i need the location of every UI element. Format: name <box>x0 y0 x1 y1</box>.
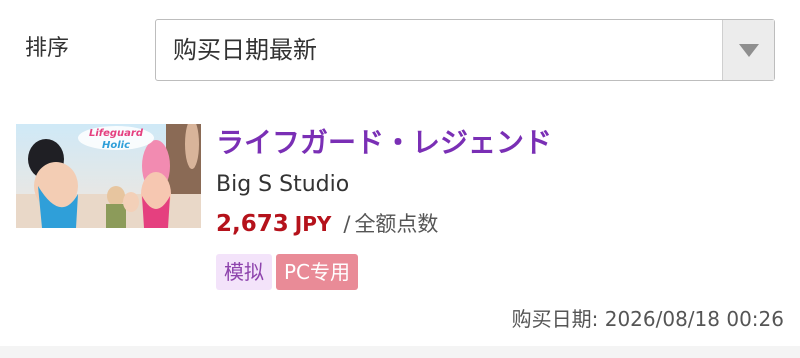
studio-name: Big S Studio <box>216 172 350 197</box>
sort-selected-value: 购买日期最新 <box>173 36 317 64</box>
sort-bar: 排序 购买日期最新 <box>0 0 800 104</box>
sort-dropdown-button[interactable] <box>722 20 774 80</box>
sort-select[interactable]: 购买日期最新 <box>155 19 775 81</box>
sort-label: 排序 <box>25 36 70 61</box>
thumbnail-logo-line2: Holic <box>102 140 130 151</box>
bottom-divider <box>0 346 800 358</box>
price-currency: JPY <box>294 212 332 236</box>
purchase-item: Lifeguard Holic ライフガード・レジェンド Big S Studi… <box>0 104 800 346</box>
price-row: 2,673 JPY / 全额点数 <box>216 208 438 242</box>
price-separator: / <box>343 212 351 236</box>
points-label: 全额点数 <box>354 212 439 236</box>
price-value: 2,673 <box>216 211 289 237</box>
product-thumbnail[interactable]: Lifeguard Holic <box>16 124 201 228</box>
chevron-down-icon <box>739 44 759 57</box>
tag-platform[interactable]: PC专用 <box>276 254 359 290</box>
product-title[interactable]: ライフガード・レジェンド <box>216 124 552 162</box>
thumbnail-image: Lifeguard Holic <box>16 124 201 228</box>
purchase-date: 购买日期: 2026/08/18 00:26 <box>511 307 784 331</box>
thumbnail-logo-line1: Lifeguard <box>89 128 144 139</box>
tag-genre[interactable]: 模拟 <box>216 254 272 290</box>
tag-list: 模拟 PC专用 <box>216 254 362 290</box>
